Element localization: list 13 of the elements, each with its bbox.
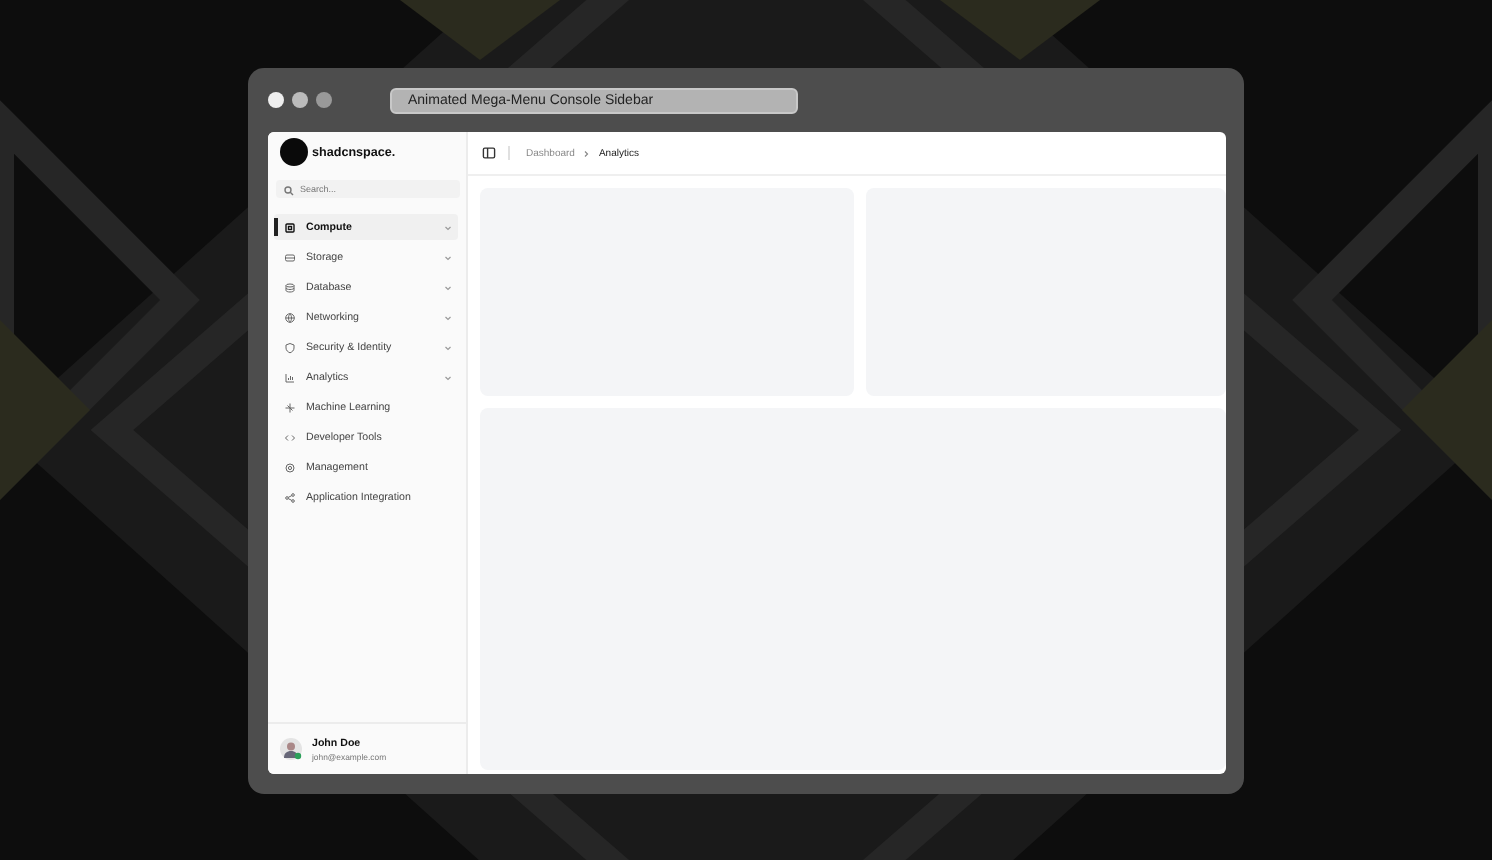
menu-item-icon: [284, 401, 296, 413]
menu-item-icon: [284, 491, 296, 503]
logo-icon: [280, 138, 308, 166]
menu-item-icon: [284, 251, 296, 263]
sidebar-toggle-icon[interactable]: [482, 146, 496, 160]
menu-item-icon: [284, 281, 296, 293]
menu-item-icon: [284, 431, 296, 443]
menu-item-icon: [284, 311, 296, 323]
menu-item-icon: [284, 221, 296, 233]
avatar-icon: [280, 738, 302, 760]
menu-item-icon: [284, 341, 296, 353]
menu-item-icon: [284, 461, 296, 473]
menu-item-icon: [284, 371, 296, 383]
